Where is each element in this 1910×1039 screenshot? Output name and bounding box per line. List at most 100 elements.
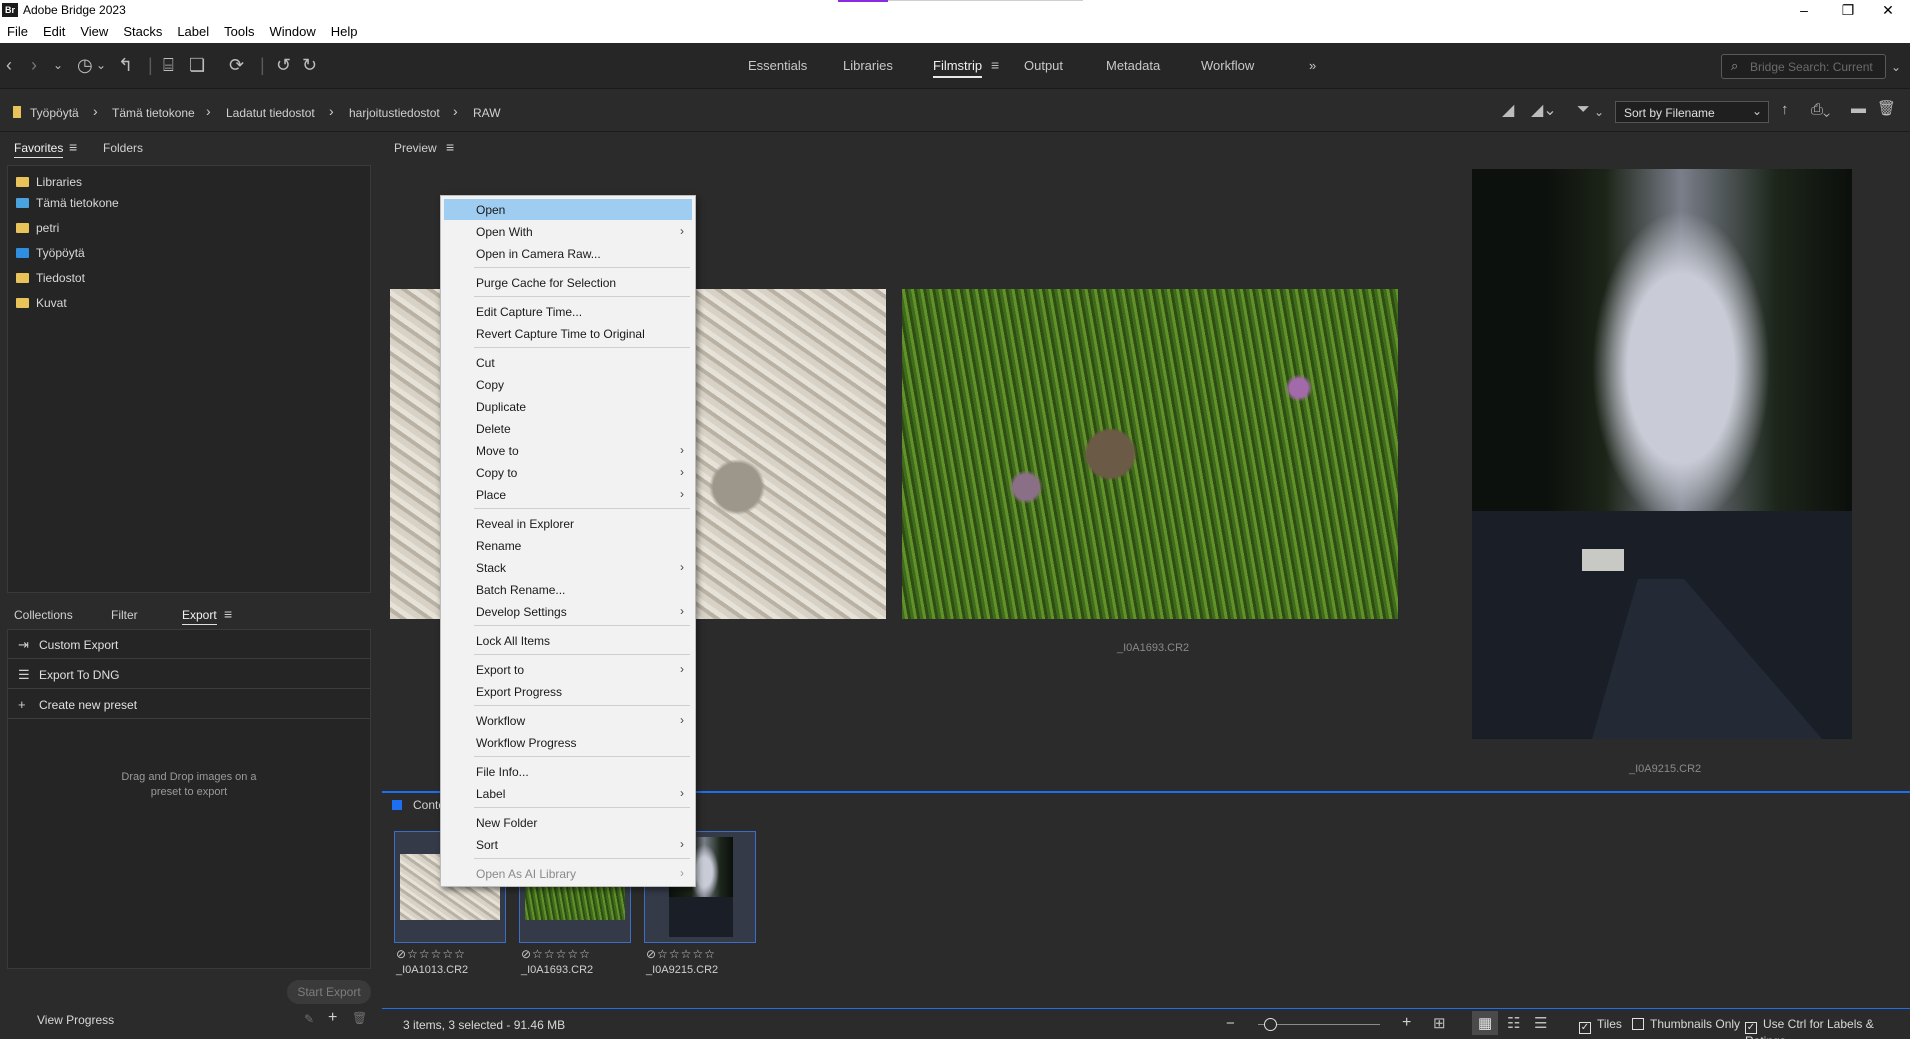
restore-button[interactable]: ❐	[1826, 0, 1870, 20]
filter-icon[interactable]: ⏷	[1577, 100, 1590, 120]
filter-chevron-icon[interactable]: ⌄	[1594, 102, 1604, 122]
menu-item-purge-cache[interactable]: Purge Cache for Selection	[444, 272, 692, 293]
start-export-button[interactable]: Start Export	[287, 980, 371, 1004]
favorite-this-pc[interactable]: Tämä tietokone	[16, 196, 119, 214]
edit-icon[interactable]: ✎	[304, 1012, 314, 1026]
return-icon[interactable]: ↰	[118, 55, 133, 75]
recent-icon[interactable]: ◷	[77, 55, 93, 75]
menu-item-file-info[interactable]: File Info...	[444, 761, 692, 782]
open-recent-icon[interactable]: ⎙⌄	[1811, 100, 1830, 120]
menu-item-revert-capture-time[interactable]: Revert Capture Time to Original	[444, 323, 692, 344]
back-icon[interactable]: ‹	[6, 55, 12, 75]
breadcrumb-downloads[interactable]: Ladatut tiedostot	[226, 106, 315, 120]
favorite-petri[interactable]: petri	[16, 221, 59, 239]
sort-select[interactable]: Sort by Filename ⌄	[1615, 101, 1769, 123]
filmstrip-menu-icon[interactable]: ≡	[991, 55, 999, 75]
preview-image-3[interactable]	[1472, 169, 1852, 739]
grid-lock-icon[interactable]: ⊞	[1433, 1014, 1446, 1032]
detail-view-icon[interactable]: ☷	[1507, 1014, 1520, 1032]
menu-item-place[interactable]: Place ›	[444, 484, 692, 505]
minimize-button[interactable]: –	[1782, 0, 1826, 20]
breadcrumb-raw[interactable]: RAW	[473, 106, 501, 120]
menu-file[interactable]: File	[7, 24, 28, 39]
tab-favorites[interactable]: Favorites	[14, 141, 64, 158]
rotate-sync-icon[interactable]: ⟳	[229, 55, 244, 75]
menu-item-lock-all[interactable]: Lock All Items	[444, 630, 692, 651]
zoom-in-icon[interactable]: +	[1402, 1014, 1411, 1032]
menu-view[interactable]: View	[80, 24, 108, 39]
menu-item-label[interactable]: Label ›	[444, 783, 692, 804]
tab-libraries[interactable]: Libraries	[843, 58, 893, 73]
menu-item-export-progress[interactable]: Export Progress	[444, 681, 692, 702]
add-icon[interactable]: +	[328, 1009, 337, 1027]
breadcrumb-practice-files[interactable]: harjoitustiedostot	[349, 106, 440, 120]
rotate-left-icon[interactable]: ↺	[276, 55, 291, 75]
export-custom[interactable]: ⇥ Custom Export	[8, 630, 370, 659]
sort-direction-icon[interactable]: ↑	[1781, 100, 1789, 120]
thumbnails-only-checkbox[interactable]: Thumbnails Only	[1632, 1017, 1740, 1031]
menu-item-stack[interactable]: Stack ›	[444, 557, 692, 578]
menu-item-workflow[interactable]: Workflow ›	[444, 710, 692, 731]
quality-icon[interactable]: ◢	[1502, 101, 1514, 121]
tab-collections[interactable]: Collections	[14, 608, 73, 622]
menu-tools[interactable]: Tools	[224, 24, 254, 39]
menu-item-copy-to[interactable]: Copy to ›	[444, 462, 692, 483]
export-menu-icon[interactable]: ≡	[224, 606, 232, 622]
tab-essentials[interactable]: Essentials	[748, 58, 807, 73]
thumbnail-view-icon[interactable]: ▦	[1478, 1014, 1492, 1032]
menu-label[interactable]: Label	[177, 24, 209, 39]
new-folder-icon[interactable]: ▬	[1851, 99, 1866, 119]
recent-chevron-icon[interactable]: ⌄	[96, 55, 106, 75]
menu-item-open-camera-raw[interactable]: Open in Camera Raw...	[444, 243, 692, 264]
menu-item-develop-settings[interactable]: Develop Settings ›	[444, 601, 692, 622]
rotate-right-icon[interactable]: ↻	[302, 55, 317, 75]
menu-item-reveal-explorer[interactable]: Reveal in Explorer	[444, 513, 692, 534]
camera-icon[interactable]: ⌸	[163, 55, 174, 75]
create-preset[interactable]: + Create new preset	[8, 690, 370, 719]
delete-icon[interactable]: 🗑	[1877, 99, 1896, 119]
favorite-libraries[interactable]: Libraries	[16, 175, 82, 193]
menu-item-duplicate[interactable]: Duplicate	[444, 396, 692, 417]
chevron-down-icon[interactable]: ⌄	[53, 55, 63, 75]
more-workspaces-icon[interactable]: »	[1309, 58, 1316, 73]
menu-edit[interactable]: Edit	[43, 24, 65, 39]
thumbnail-rating[interactable]: ⊘☆☆☆☆☆	[521, 947, 591, 961]
menu-item-workflow-progress[interactable]: Workflow Progress	[444, 732, 692, 753]
preview-image-2[interactable]	[902, 289, 1398, 619]
favorites-menu-icon[interactable]: ≡	[69, 139, 77, 155]
breadcrumb-this-pc[interactable]: Tämä tietokone	[112, 106, 195, 120]
refine-icon[interactable]: ❏	[189, 55, 205, 75]
use-ctrl-checkbox[interactable]: ✓Use Ctrl for Labels & Ratings	[1745, 1017, 1910, 1039]
zoom-slider-handle[interactable]	[1264, 1018, 1277, 1031]
tab-filter[interactable]: Filter	[111, 608, 138, 622]
menu-item-open-with[interactable]: Open With ›	[444, 221, 692, 242]
menu-stacks[interactable]: Stacks	[123, 24, 162, 39]
menu-item-delete[interactable]: Delete	[444, 418, 692, 439]
tab-workflow[interactable]: Workflow	[1201, 58, 1254, 73]
close-button[interactable]: ✕	[1866, 0, 1910, 20]
list-view-icon[interactable]: ☰	[1534, 1014, 1547, 1032]
menu-item-rename[interactable]: Rename	[444, 535, 692, 556]
export-dng[interactable]: ☰ Export To DNG	[8, 660, 370, 689]
tiles-checkbox[interactable]: ✓ Tiles	[1579, 1017, 1622, 1034]
tab-export[interactable]: Export	[182, 608, 217, 625]
menu-help[interactable]: Help	[331, 24, 358, 39]
forward-icon[interactable]: ›	[31, 55, 37, 75]
preview-menu-icon[interactable]: ≡	[446, 139, 454, 155]
view-progress-link[interactable]: View Progress	[37, 1013, 114, 1027]
thumbnail-rating[interactable]: ⊘☆☆☆☆☆	[396, 947, 466, 961]
menu-item-copy[interactable]: Copy	[444, 374, 692, 395]
tab-folders[interactable]: Folders	[103, 141, 143, 155]
search-options-chevron-icon[interactable]: ⌄	[1891, 57, 1901, 77]
menu-item-new-folder[interactable]: New Folder	[444, 812, 692, 833]
trash-icon[interactable]: 🗑	[352, 1011, 367, 1025]
favorite-documents[interactable]: Tiedostot	[16, 271, 85, 289]
breadcrumb-desktop[interactable]: Työpöytä	[30, 106, 79, 120]
menu-window[interactable]: Window	[270, 24, 316, 39]
zoom-out-icon[interactable]: −	[1226, 1015, 1235, 1032]
menu-item-sort[interactable]: Sort ›	[444, 834, 692, 855]
menu-item-move-to[interactable]: Move to ›	[444, 440, 692, 461]
thumbnail-rating[interactable]: ⊘☆☆☆☆☆	[646, 947, 716, 961]
rating-filter-icon[interactable]: ◢⌄	[1531, 101, 1557, 121]
tab-output[interactable]: Output	[1024, 58, 1063, 73]
